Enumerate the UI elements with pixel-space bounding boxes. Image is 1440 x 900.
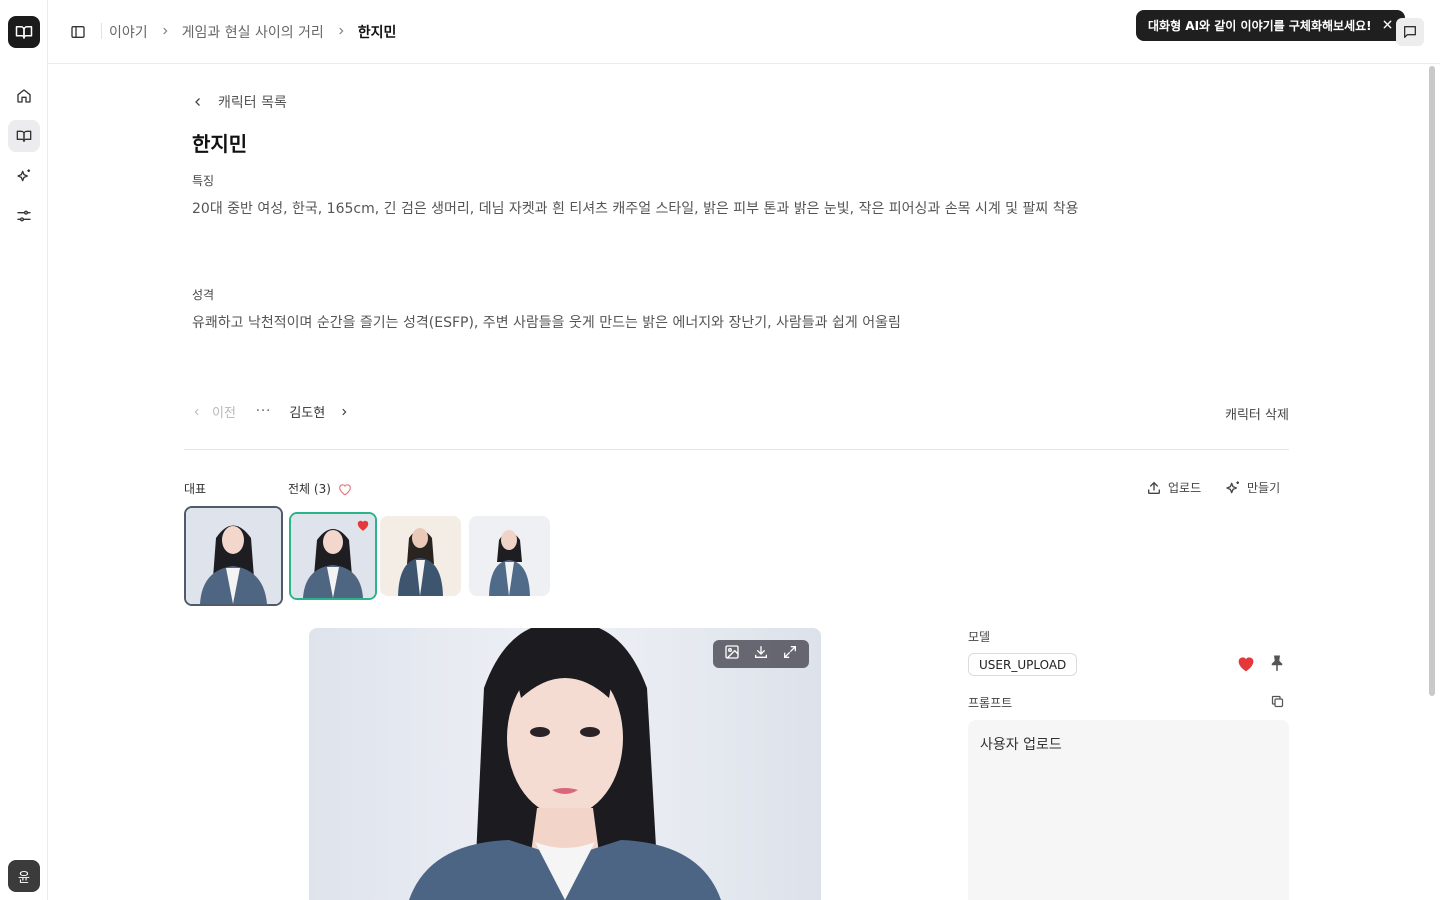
gallery-thumbnail[interactable] [380, 516, 461, 596]
tooltip-text: 대화형 AI와 같이 이야기를 구체화해보세요! [1148, 19, 1372, 33]
copy-icon[interactable] [1270, 694, 1285, 713]
create-label: 만들기 [1247, 481, 1281, 495]
portrait-image [469, 516, 550, 596]
app-logo[interactable] [8, 16, 40, 48]
breadcrumb-item-story[interactable]: 게임과 현실 사이의 거리 [182, 22, 324, 42]
download-icon[interactable] [753, 644, 769, 664]
sparkles-icon [1226, 480, 1239, 493]
gallery-thumbnail-selected[interactable] [289, 512, 377, 600]
character-pager: 이전 ··· 김도현 [192, 402, 349, 421]
personality-label: 성격 [192, 288, 215, 302]
upload-icon [1148, 481, 1160, 494]
nav-stories[interactable] [8, 120, 40, 152]
portrait-image [186, 508, 281, 604]
next-label: 김도현 [289, 406, 326, 421]
breadcrumb-item-stories[interactable]: 이야기 [109, 22, 148, 42]
image-icon[interactable] [724, 644, 740, 664]
portrait-image [309, 628, 821, 900]
message-icon [1404, 26, 1416, 38]
prompt-label: 프롬프트 [968, 696, 1013, 710]
all-images-label[interactable]: 전체 (3) [288, 480, 331, 497]
breadcrumb-divider [101, 23, 102, 39]
sidebar-toggle-button[interactable] [66, 20, 90, 44]
pin-icon[interactable] [1268, 654, 1286, 676]
sparkles-icon [17, 169, 30, 182]
heart-outline-icon[interactable] [338, 481, 352, 500]
next-button[interactable]: 김도현 [289, 402, 349, 421]
app-root: 윤 이야기 게임과 현실 사이의 거리 한지민 대화형 AI와 같이 이야기를 … [0, 0, 1440, 900]
nav-generate[interactable] [8, 160, 40, 192]
representative-image[interactable] [184, 506, 283, 606]
create-button[interactable]: 만들기 [1225, 479, 1280, 496]
ai-tooltip: 대화형 AI와 같이 이야기를 구체화해보세요! [1136, 10, 1410, 41]
more-icon[interactable]: ··· [256, 404, 271, 419]
sliders-icon [17, 210, 31, 222]
chevron-right-icon [336, 25, 346, 40]
favorite-heart-icon[interactable] [1236, 655, 1256, 677]
divider [184, 449, 1289, 450]
model-tag: USER_UPLOAD [968, 653, 1078, 676]
back-label: 캐릭터 목록 [218, 95, 287, 111]
top-header: 이야기 게임과 현실 사이의 거리 한지민 대화형 AI와 같이 이야기를 구체… [48, 0, 1440, 64]
favorite-heart-icon[interactable] [356, 519, 370, 532]
prev-label: 이전 [212, 406, 236, 421]
chat-button[interactable] [1396, 18, 1424, 46]
chevron-right-icon [342, 408, 347, 415]
gallery-thumbnail[interactable] [469, 516, 550, 596]
breadcrumb: 이야기 게임과 현실 사이의 거리 한지민 [101, 22, 397, 42]
upload-button[interactable]: 업로드 [1146, 479, 1201, 496]
expand-icon[interactable] [782, 644, 798, 664]
book-icon [16, 130, 32, 142]
left-rail: 윤 [0, 0, 48, 900]
user-avatar[interactable]: 윤 [8, 860, 40, 892]
chevron-left-icon [194, 408, 199, 415]
book-open-icon [15, 26, 33, 39]
features-text[interactable]: 20대 중반 여성, 한국, 165cm, 긴 검은 생머리, 데님 자켓과 흰… [192, 198, 1078, 218]
prev-button[interactable]: 이전 [192, 402, 236, 421]
page-title: 한지민 [192, 132, 248, 156]
upload-label: 업로드 [1168, 481, 1202, 495]
sidebar-icon [71, 26, 85, 38]
representative-label: 대표 [184, 482, 207, 496]
nav-home[interactable] [8, 80, 40, 112]
portrait-image [380, 516, 461, 596]
personality-text[interactable]: 유쾌하고 낙천적이며 순간을 즐기는 성격(ESFP), 주변 사람들을 웃게 … [192, 312, 901, 332]
breadcrumb-item-current: 한지민 [357, 25, 397, 41]
chevron-right-icon [160, 25, 170, 40]
prompt-text[interactable]: 사용자 업로드 [968, 720, 1289, 900]
back-to-character-list[interactable]: 캐릭터 목록 [192, 92, 287, 112]
home-icon [17, 89, 31, 103]
delete-character-button[interactable]: 캐릭터 삭제 [1225, 404, 1289, 423]
main-content: 캐릭터 목록 한지민 특징 20대 중반 여성, 한국, 165cm, 긴 검은… [48, 64, 1440, 900]
main-image-preview[interactable] [309, 628, 821, 900]
nav-settings[interactable] [8, 200, 40, 232]
image-toolbar [713, 640, 809, 668]
close-icon[interactable] [1382, 19, 1393, 33]
chevron-left-icon [195, 98, 200, 106]
model-label: 모델 [968, 630, 991, 644]
features-label: 특징 [192, 174, 215, 188]
